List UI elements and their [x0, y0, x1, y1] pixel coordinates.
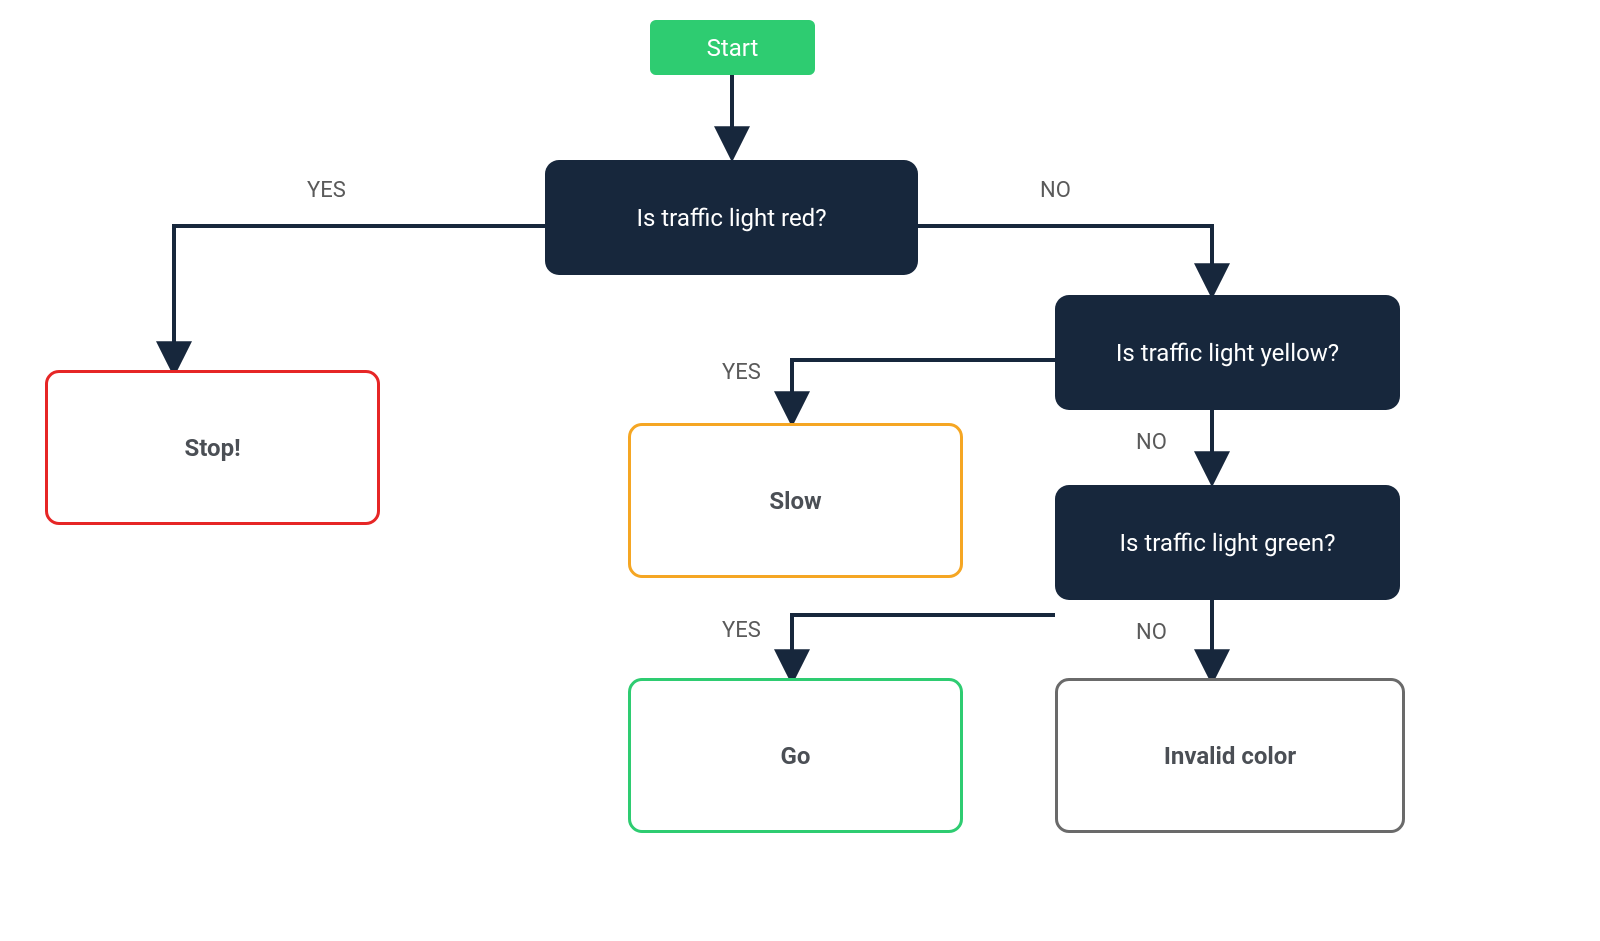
node-result-invalid-label: Invalid color — [1164, 742, 1296, 770]
node-start-label: Start — [707, 34, 759, 62]
label-d2-yes: YES — [722, 360, 761, 385]
node-decision-red: Is traffic light red? — [545, 160, 918, 275]
node-decision-red-label: Is traffic light red? — [636, 204, 826, 232]
node-decision-green-label: Is traffic light green? — [1119, 529, 1335, 557]
edge-d2-slow — [792, 360, 1055, 420]
node-result-invalid: Invalid color — [1055, 678, 1405, 833]
flowchart-canvas: Start Is traffic light red? Stop! Is tra… — [0, 0, 1600, 941]
node-result-slow-label: Slow — [769, 487, 821, 515]
node-decision-yellow-label: Is traffic light yellow? — [1116, 339, 1339, 367]
label-d3-no: NO — [1136, 620, 1167, 645]
node-result-slow: Slow — [628, 423, 963, 578]
label-d1-no: NO — [1040, 178, 1071, 203]
node-result-go-label: Go — [781, 742, 811, 770]
node-decision-yellow: Is traffic light yellow? — [1055, 295, 1400, 410]
node-result-stop: Stop! — [45, 370, 380, 525]
node-decision-green: Is traffic light green? — [1055, 485, 1400, 600]
label-d1-yes: YES — [307, 178, 346, 203]
edge-d1-d2 — [918, 226, 1212, 292]
node-start: Start — [650, 20, 815, 75]
edge-d3-go — [792, 615, 1055, 678]
node-result-stop-label: Stop! — [184, 434, 240, 462]
label-d2-no: NO — [1136, 430, 1167, 455]
edge-d1-stop — [174, 226, 545, 370]
label-d3-yes: YES — [722, 618, 761, 643]
node-result-go: Go — [628, 678, 963, 833]
